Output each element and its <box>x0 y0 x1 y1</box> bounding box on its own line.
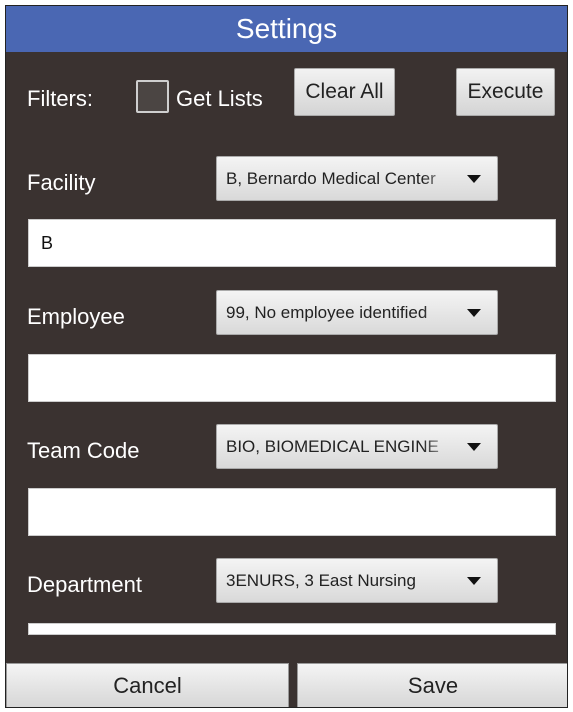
facility-selected: B, Bernardo Medical Center <box>226 168 436 188</box>
cancel-button[interactable]: Cancel <box>6 663 289 707</box>
department-input[interactable] <box>28 623 556 635</box>
facility-dropdown[interactable]: B, Bernardo Medical Center <box>216 156 498 201</box>
department-selected: 3ENURS, 3 East Nursing <box>226 570 416 590</box>
execute-label: Execute <box>467 80 544 103</box>
title-bar: Settings <box>6 6 567 52</box>
clear-all-label: Clear All <box>305 80 384 103</box>
facility-input-value: B <box>41 232 54 253</box>
department-dropdown[interactable]: 3ENURS, 3 East Nursing <box>216 558 498 603</box>
facility-label: Facility <box>27 170 96 195</box>
get-lists-checkbox[interactable] <box>136 80 169 113</box>
filters-label: Filters: <box>27 86 93 111</box>
employee-label: Employee <box>27 304 125 329</box>
team-code-selected: BIO, BIOMEDICAL ENGINE <box>226 436 439 456</box>
chevron-down-icon <box>467 309 481 317</box>
chevron-down-icon <box>467 443 481 451</box>
chevron-down-icon <box>467 577 481 585</box>
get-lists-label[interactable]: Get Lists <box>176 86 263 112</box>
settings-window: Settings Filters: Get Lists Clear All Ex… <box>5 5 568 708</box>
team-code-label: Team Code <box>27 438 140 463</box>
chevron-down-icon <box>467 175 481 183</box>
facility-input[interactable]: B <box>28 219 556 267</box>
team-code-input[interactable] <box>28 488 556 536</box>
clear-all-button[interactable]: Clear All <box>294 68 395 116</box>
execute-button[interactable]: Execute <box>456 68 555 116</box>
employee-dropdown[interactable]: 99, No employee identified <box>216 290 498 335</box>
team-code-dropdown[interactable]: BIO, BIOMEDICAL ENGINE <box>216 424 498 469</box>
department-label: Department <box>27 572 142 597</box>
save-label: Save <box>407 673 459 698</box>
page-title: Settings <box>235 13 338 44</box>
employee-input[interactable] <box>28 354 556 402</box>
save-button[interactable]: Save <box>297 663 567 707</box>
employee-selected: 99, No employee identified <box>226 302 428 322</box>
cancel-label: Cancel <box>113 673 182 698</box>
